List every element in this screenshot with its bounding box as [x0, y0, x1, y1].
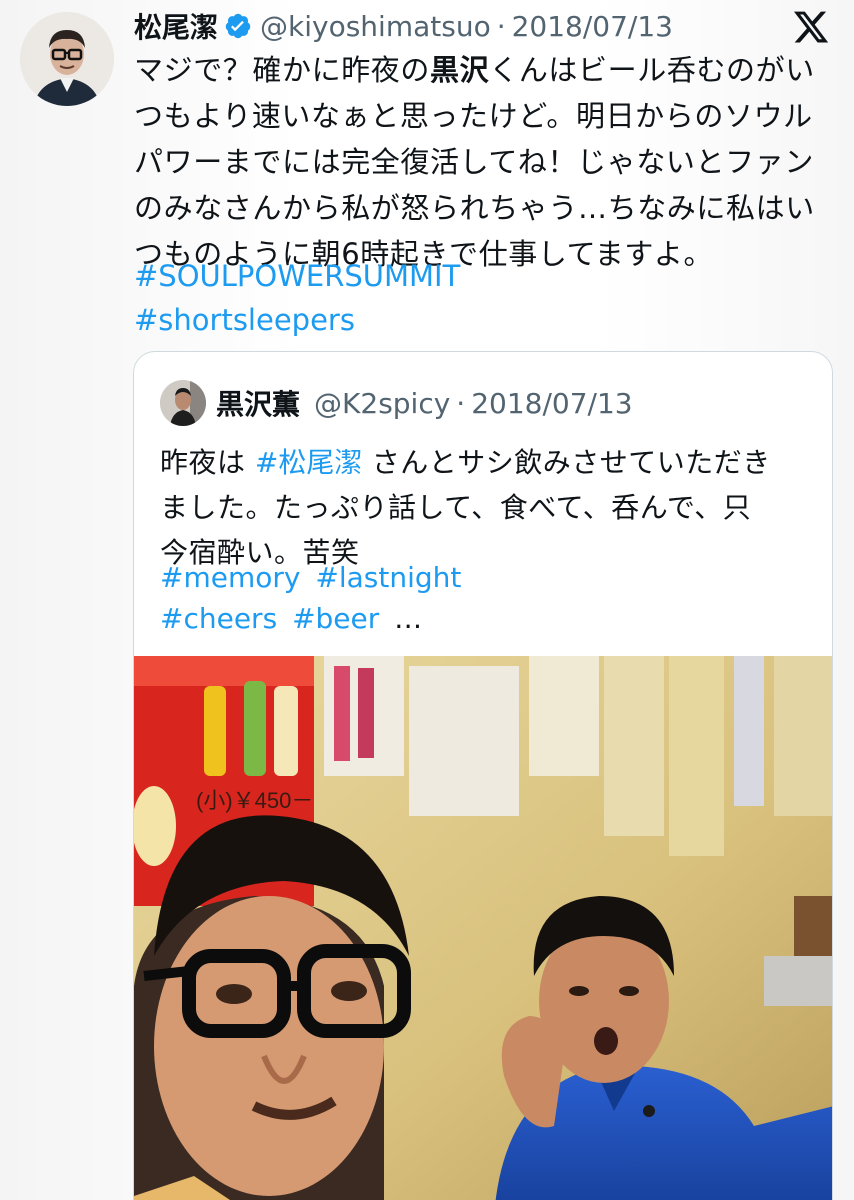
- tweet-text-line: つもより速いなぁと思ったけど。明日からのソウル: [134, 99, 813, 133]
- quoted-tweet-card[interactable]: 黒沢薫 @K2spicy · 2018/07/13 昨夜は #松尾潔 さんとサシ…: [133, 351, 833, 1200]
- author-name[interactable]: 松尾潔: [134, 6, 218, 46]
- tweet-text-line: マジで？確かに昨夜の黒沢くんはビール呑むのがい: [134, 47, 834, 93]
- tweet-date[interactable]: 2018/07/13: [512, 10, 673, 43]
- text-segment: 昨夜は: [160, 446, 255, 479]
- separator: ·: [496, 9, 506, 43]
- hashtag-row: #cheers #beer …: [160, 598, 467, 639]
- quoted-author-handle[interactable]: @K2spicy: [314, 387, 450, 420]
- tweet-text: マジで？確かに昨夜の黒沢くんはビール呑むのがい つもより速いなぁと思ったけど。明…: [134, 47, 834, 277]
- hashtag-link[interactable]: #SOULPOWERSUMMIT: [134, 254, 460, 298]
- tweet-text-line: パワーまでには完全復活してね！じゃないとファン: [134, 145, 814, 179]
- author-avatar[interactable]: [20, 12, 114, 106]
- tweet-text-line: のみなさんから私が怒られちゃう…ちなみに私はい: [134, 191, 815, 225]
- text-segment: くんはビール呑むのがい: [489, 53, 815, 87]
- hashtag-link[interactable]: #beer: [292, 602, 379, 635]
- quoted-tweet-header: 黒沢薫 @K2spicy · 2018/07/13: [160, 376, 633, 430]
- hashtag-link[interactable]: #shortsleepers: [134, 298, 460, 342]
- x-logo-icon[interactable]: [792, 8, 830, 46]
- tweet-hashtags: #SOULPOWERSUMMIT #shortsleepers: [134, 254, 460, 342]
- tweet-header: 松尾潔 @kiyoshimatsuo · 2018/07/13: [134, 4, 673, 48]
- separator: ·: [456, 386, 466, 420]
- quoted-hashtags: #memory #lastnight #cheers #beer …: [160, 557, 467, 639]
- quoted-avatar-image: [160, 380, 206, 426]
- tweet[interactable]: 松尾潔 @kiyoshimatsuo · 2018/07/13 マジで？確かに昨…: [0, 0, 854, 1200]
- verified-badge-icon: [224, 12, 252, 40]
- hashtag-link[interactable]: #memory: [160, 561, 300, 594]
- quoted-text-line: 昨夜は #松尾潔 さんとサシ飲みさせていただき: [160, 440, 820, 485]
- quoted-tweet-date[interactable]: 2018/07/13: [471, 387, 632, 420]
- hashtag-link[interactable]: #cheers: [160, 602, 277, 635]
- text-segment: マジで？確かに昨夜の: [134, 53, 431, 87]
- hashtag-link[interactable]: #松尾潔: [255, 446, 362, 479]
- text-bold-segment: 黒沢: [430, 53, 490, 87]
- wall-price-text: (小)￥450－: [196, 788, 313, 813]
- quoted-author-name[interactable]: 黒沢薫: [216, 383, 300, 423]
- hashtag-link[interactable]: #lastnight: [315, 561, 461, 594]
- author-handle[interactable]: @kiyoshimatsuo: [260, 10, 491, 43]
- truncation-ellipsis: …: [394, 602, 423, 635]
- hashtag-row: #memory #lastnight: [160, 557, 467, 598]
- quoted-text-line: ました。たっぷり話して、食べて、呑んで、只: [160, 491, 752, 524]
- text-segment: さんとサシ飲みさせていただき: [362, 446, 771, 479]
- quoted-tweet-photo[interactable]: (小)￥450－: [134, 656, 832, 1200]
- quoted-author-avatar[interactable]: [160, 380, 206, 426]
- quoted-tweet-text: 昨夜は #松尾潔 さんとサシ飲みさせていただき ました。たっぷり話して、食べて、…: [160, 440, 820, 575]
- avatar-image: [20, 12, 114, 106]
- selfie-photo: (小)￥450－: [134, 656, 832, 1200]
